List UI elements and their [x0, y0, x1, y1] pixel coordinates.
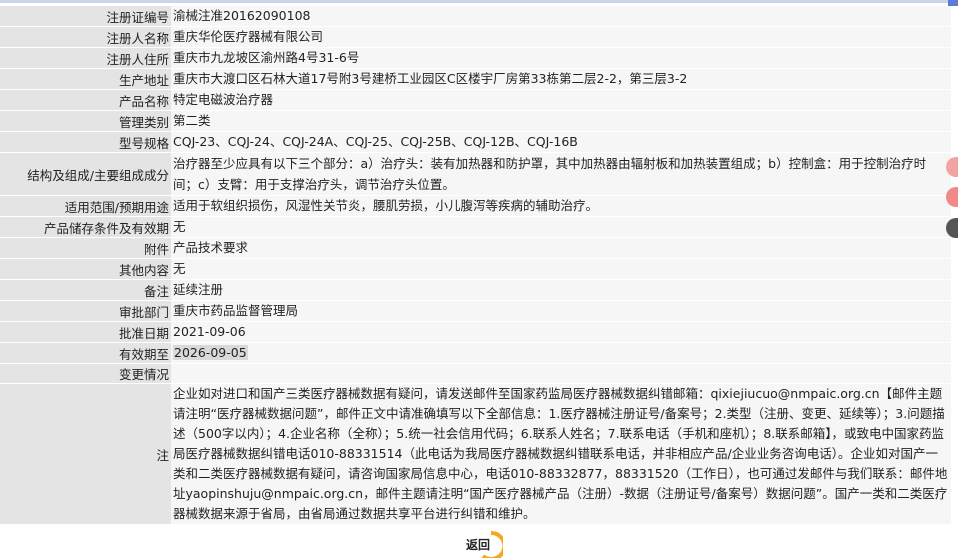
row-value: 重庆市药品监督管理局	[171, 300, 951, 322]
detail-row: 注册人名称 重庆华伦医疗器械有限公司	[0, 26, 951, 48]
note-text: 企业如对进口和国产三类医疗器械数据有疑问，请发送邮件至国家药监局医疗器械数据纠错…	[171, 383, 951, 525]
row-value: 2026-09-05	[171, 342, 951, 364]
note-label: 注	[0, 383, 171, 525]
row-value: 延续注册	[171, 279, 951, 301]
detail-row: 产品名称 特定电磁波治疗器	[0, 89, 951, 111]
detail-row: 产品储存条件及有效期无	[0, 216, 951, 238]
row-label: 变更情况	[0, 363, 171, 384]
row-value-highlight: 2026-09-05	[173, 345, 248, 360]
row-value: 重庆市九龙坡区渝州路4号31-6号	[171, 47, 951, 69]
row-label: 生产地址	[0, 68, 171, 90]
row-label: 产品储存条件及有效期	[0, 216, 171, 238]
row-label: 审批部门	[0, 300, 171, 322]
row-label: 适用范围/预期用途	[0, 195, 171, 217]
detail-row: 备注 延续注册	[0, 279, 951, 301]
detail-row: 适用范围/预期用途 适用于软组织损伤，风湿性关节炎，腰肌劳损，小儿腹泻等疾病的辅助…	[0, 195, 951, 217]
detail-row: 其他内容无	[0, 258, 951, 280]
row-label: 管理类别	[0, 110, 171, 132]
row-label: 注册人名称	[0, 26, 171, 48]
detail-row: 管理类别 第二类	[0, 110, 951, 132]
row-value: 特定电磁波治疗器	[171, 89, 951, 111]
return-label: 返回	[465, 537, 490, 552]
return-button[interactable]: 返回	[453, 530, 503, 558]
detail-row: 注册人住所 重庆市九龙坡区渝州路4号31-6号	[0, 47, 951, 69]
detail-row: 注册证编号 渝械注准20162090108	[0, 6, 951, 27]
row-value: CQJ-23、CQJ-24、CQJ-24A、CQJ-25、CQJ-25B、CQJ…	[171, 131, 951, 153]
detail-row: 结构及组成/主要组成成分 治疗器至少应具有以下三个部分：a）治疗头：装有加热器和防…	[0, 152, 951, 196]
row-value: 渝械注准20162090108	[171, 6, 951, 27]
row-value: 重庆华伦医疗器械有限公司	[171, 26, 951, 48]
row-value: 2021-09-06	[171, 321, 951, 343]
row-value: 治疗器至少应具有以下三个部分：a）治疗头：装有加热器和防护罩，其中加热器由辐射板…	[171, 152, 951, 196]
row-label: 型号规格	[0, 131, 171, 153]
detail-row: 批准日期 2021-09-06	[0, 321, 951, 343]
row-label: 附件	[0, 237, 171, 259]
row-value: 适用于软组织损伤，风湿性关节炎，腰肌劳损，小儿腹泻等疾病的辅助治疗。	[171, 195, 951, 217]
row-value: 产品技术要求	[171, 237, 951, 259]
detail-row: 审批部门 重庆市药品监督管理局	[0, 300, 951, 322]
row-value: 第二类	[171, 110, 951, 132]
top-border	[0, 0, 958, 3]
row-label: 结构及组成/主要组成成分	[0, 152, 171, 196]
detail-row: 变更情况	[0, 363, 951, 384]
row-value	[171, 363, 951, 384]
detail-row: 生产地址 重庆市大渡口区石林大道17号附3号建桥工业园区C区楼宇厂房第33栋第二层…	[0, 68, 951, 90]
detail-table: 注册证编号 渝械注准20162090108 注册人名称 重庆华伦医疗器械有限公司 注册人…	[0, 6, 951, 525]
row-value: 无	[171, 258, 951, 280]
detail-row: 型号规格 CQJ-23、CQJ-24、CQJ-24A、CQJ-25、CQJ-25B…	[0, 131, 951, 153]
row-label: 产品名称	[0, 89, 171, 111]
row-label: 其他内容	[0, 258, 171, 280]
row-label: 有效期至	[0, 342, 171, 364]
row-label: 批准日期	[0, 321, 171, 343]
row-label: 注册证编号	[0, 6, 171, 27]
note-row: 注企业如对进口和国产三类医疗器械数据有疑问，请发送邮件至国家药监局医疗器械数据纠…	[0, 383, 951, 525]
row-value: 重庆市大渡口区石林大道17号附3号建桥工业园区C区楼宇厂房第33栋第二层2-2，…	[171, 68, 951, 90]
row-value: 无	[171, 216, 951, 238]
detail-row: 附件 产品技术要求	[0, 237, 951, 259]
row-label: 备注	[0, 279, 171, 301]
row-label: 注册人住所	[0, 47, 171, 69]
detail-row: 有效期至 2026-09-05	[0, 342, 951, 364]
